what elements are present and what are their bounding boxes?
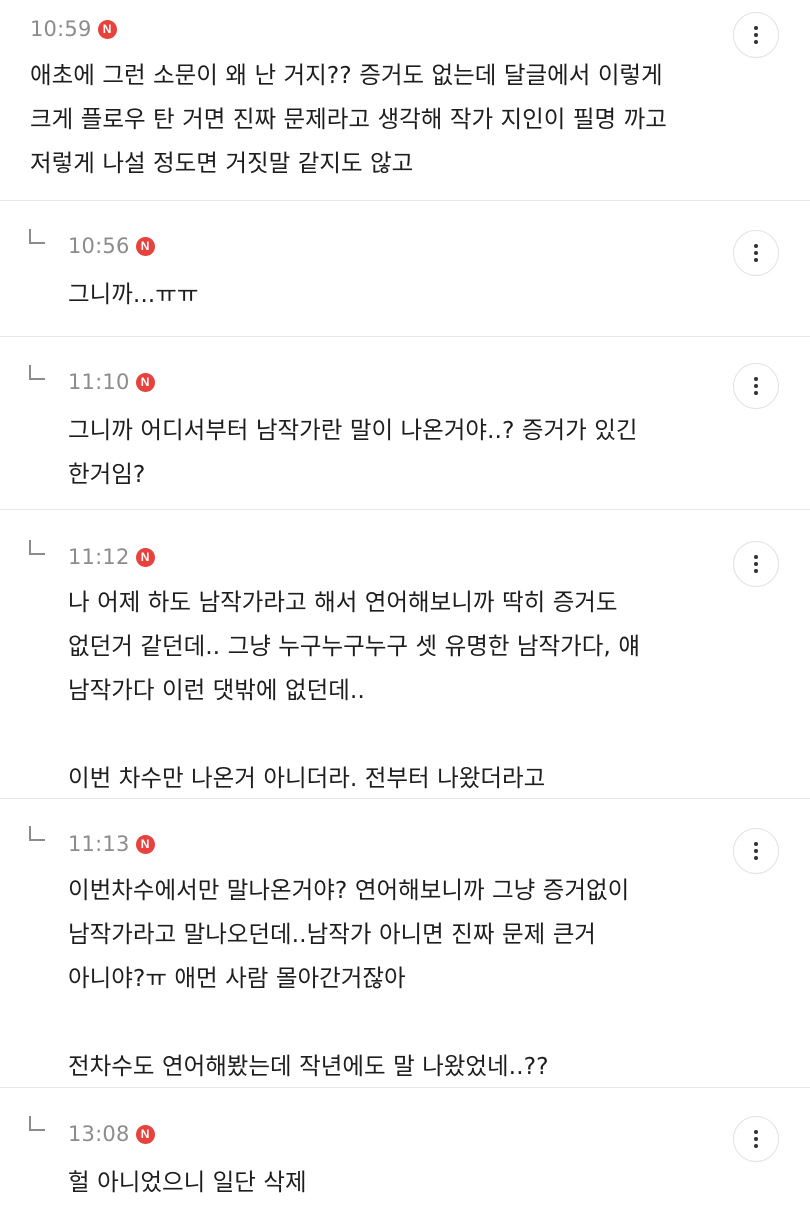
comment-time: 11:10 (68, 370, 130, 394)
new-badge-icon: N (97, 19, 117, 39)
comment-meta: 11:12 N (68, 542, 155, 572)
new-badge-icon: N (135, 1124, 155, 1144)
reply-item: 10:56 N 그니까...ㅠㅠ (0, 201, 810, 336)
comment-meta: 13:08 N (68, 1119, 155, 1149)
comment-text: 그니까...ㅠㅠ (68, 280, 199, 308)
new-badge-icon: N (135, 547, 155, 567)
comment-meta: 11:13 N (68, 829, 155, 859)
comment-meta: 11:10 N (68, 367, 155, 397)
comment-meta: 10:59 N (30, 14, 117, 44)
more-vertical-icon (754, 842, 758, 846)
more-options-button[interactable] (733, 1116, 779, 1162)
more-options-button[interactable] (733, 541, 779, 587)
reply-item: 11:10 N 그니까 어디서부터 남작가란 말이 나온거야..? 증거가 있긴… (0, 337, 810, 509)
comment-text: 나 어제 하도 남작가라고 해서 연어해보니까 딱히 증거도 없던거 같던데..… (68, 588, 640, 792)
more-options-button[interactable] (733, 828, 779, 874)
more-options-button[interactable] (733, 363, 779, 409)
reply-arrow-icon (29, 540, 45, 555)
reply-item: 13:08 N 헐 아니었으니 일단 삭제 (0, 1088, 810, 1214)
comment-time: 11:13 (68, 832, 130, 856)
more-vertical-icon (754, 244, 758, 248)
comment-time: 13:08 (68, 1122, 130, 1146)
more-vertical-icon (754, 555, 758, 559)
more-options-button[interactable] (733, 12, 779, 58)
reply-arrow-icon (29, 826, 45, 841)
reply-arrow-icon (29, 365, 45, 380)
new-badge-icon: N (135, 372, 155, 392)
more-vertical-icon (754, 377, 758, 381)
comment-text: 그니까 어디서부터 남작가란 말이 나온거야..? 증거가 있긴 한거임? (68, 416, 638, 488)
comment-time: 10:56 (68, 234, 130, 258)
comment-text: 애초에 그런 소문이 왜 난 거지?? 증거도 없는데 달글에서 이렇게 크게 … (30, 61, 667, 177)
more-vertical-icon (754, 26, 758, 30)
comment-meta: 10:56 N (68, 231, 155, 261)
more-vertical-icon (754, 1130, 758, 1134)
comment-item: 10:59 N 애초에 그런 소문이 왜 난 거지?? 증거도 없는데 달글에서… (0, 0, 810, 200)
reply-arrow-icon (29, 1116, 45, 1131)
comment-text: 헐 아니었으니 일단 삭제 (68, 1168, 307, 1196)
comment-time: 11:12 (68, 545, 130, 569)
new-badge-icon: N (135, 834, 155, 854)
reply-item: 11:13 N 이번차수에서만 말나온거야? 연어해보니까 그냥 증거없이 남작… (0, 799, 810, 1087)
comment-time: 10:59 (30, 17, 92, 41)
comment-text: 이번차수에서만 말나온거야? 연어해보니까 그냥 증거없이 남작가라고 말나오던… (68, 876, 630, 1080)
reply-item: 11:12 N 나 어제 하도 남작가라고 해서 연어해보니까 딱히 증거도 없… (0, 510, 810, 798)
reply-arrow-icon (29, 229, 45, 244)
new-badge-icon: N (135, 236, 155, 256)
more-options-button[interactable] (733, 230, 779, 276)
